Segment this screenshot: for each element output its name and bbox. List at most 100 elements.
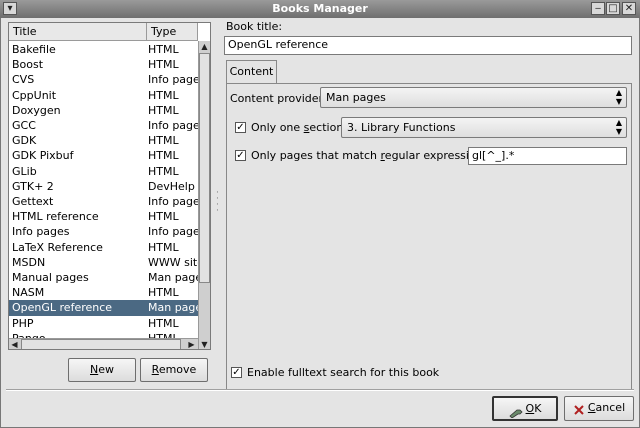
row-type: WWW site: [148, 255, 199, 269]
row-title: GDK Pixbuf: [12, 149, 74, 163]
row-title: GDK: [12, 134, 37, 148]
regex-label: Only pages that match regular expression…: [251, 149, 486, 162]
list-horizontal-scrollbar[interactable]: ◀ ▶: [9, 338, 198, 349]
row-title: Gettext: [12, 195, 54, 208]
list-row[interactable]: GCC Info pages: [9, 118, 199, 133]
list-row[interactable]: CppUnit HTML: [9, 88, 199, 103]
list-row[interactable]: Boost HTML: [9, 57, 199, 72]
content-provider-value: Man pages: [326, 91, 386, 104]
list-vertical-scrollbar[interactable]: ▲ ▼: [198, 41, 210, 349]
row-title: GLib: [12, 164, 37, 178]
regex-input[interactable]: gl[^_].*: [468, 147, 627, 165]
content-provider-combo[interactable]: Man pages ▲ ▼: [320, 87, 627, 108]
row-title: HTML reference: [12, 210, 99, 224]
ok-button[interactable]: OK: [492, 396, 558, 421]
row-type: DevHelp: [148, 179, 195, 193]
remove-button[interactable]: Remove: [140, 358, 208, 382]
column-header-type[interactable]: Type: [147, 23, 198, 41]
list-row[interactable]: GTK+ 2 DevHelp: [9, 179, 199, 194]
list-row[interactable]: LaTeX Reference HTML: [9, 240, 199, 255]
book-title-input[interactable]: OpenGL reference: [224, 36, 632, 55]
row-title: GCC: [12, 119, 36, 132]
row-type: HTML: [148, 210, 179, 224]
list-row[interactable]: OpenGL reference Man pages: [9, 300, 199, 316]
scroll-left-arrow-icon[interactable]: ◀: [9, 339, 20, 349]
new-button[interactable]: New: [68, 358, 136, 382]
row-type: HTML: [148, 43, 179, 56]
list-row[interactable]: CVS Info pages: [9, 72, 199, 87]
regex-checkbox[interactable]: ✓: [235, 150, 246, 161]
list-row[interactable]: GLib HTML: [9, 164, 199, 179]
fulltext-checkbox[interactable]: ✓: [231, 367, 242, 378]
row-title: Manual pages: [12, 271, 89, 284]
list-row[interactable]: Info pages Info pages: [9, 224, 199, 239]
list-row[interactable]: Doxygen HTML: [9, 103, 199, 118]
row-title: MSDN: [12, 255, 46, 269]
scroll-down-arrow-icon[interactable]: ▼: [199, 339, 210, 349]
row-type: HTML: [148, 316, 179, 330]
updown-arrows-icon: ▲ ▼: [615, 88, 622, 106]
row-type: Info pages: [148, 195, 199, 208]
ok-label-rest: K: [534, 402, 542, 415]
row-type: Info pages: [148, 119, 199, 132]
separator: [6, 389, 634, 391]
list-row[interactable]: NASM HTML: [9, 285, 199, 300]
list-row[interactable]: Manual pages Man pages: [9, 270, 199, 285]
window-title: Books Manager: [272, 2, 368, 15]
list-row[interactable]: Bakefile HTML: [9, 42, 199, 57]
regex-label-pre: Only pages that match: [251, 149, 381, 162]
row-title: GTK+ 2: [12, 179, 54, 193]
row-type: Man pages: [148, 271, 199, 284]
maximize-button[interactable]: □: [606, 2, 620, 15]
row-title: Bakefile: [12, 43, 56, 56]
list-row[interactable]: GDK HTML: [9, 133, 199, 148]
window-titlebar: Books Manager: [0, 0, 640, 18]
row-title: PHP: [12, 316, 34, 330]
list-row[interactable]: MSDN WWW site: [9, 255, 199, 270]
row-title: OpenGL reference: [12, 301, 113, 315]
remove-mnemonic: R: [151, 363, 159, 376]
list-row[interactable]: GDK Pixbuf HTML: [9, 148, 199, 163]
list-row[interactable]: PHP HTML: [9, 316, 199, 331]
section-combo[interactable]: 3. Library Functions ▲ ▼: [341, 117, 627, 138]
tab-content[interactable]: Content: [226, 60, 277, 84]
pane-splitter-handle[interactable]: · · · ·: [216, 189, 220, 216]
only-one-section-checkbox[interactable]: ✓: [235, 122, 246, 133]
window-menu-button[interactable]: ▾: [3, 2, 17, 15]
ok-mnemonic: O: [525, 402, 535, 415]
scroll-up-arrow-icon[interactable]: ▲: [199, 41, 210, 52]
row-type: Info pages: [148, 73, 199, 87]
only-one-section-label-pre: Only one: [251, 121, 304, 134]
row-type: HTML: [148, 58, 179, 72]
row-title: CppUnit: [12, 88, 57, 102]
fulltext-label: Enable fulltext search for this book: [247, 366, 440, 379]
row-type: HTML: [148, 134, 179, 148]
content-provider-label: Content provider:: [230, 92, 327, 105]
row-type: HTML: [148, 164, 179, 178]
only-one-section-label: Only one section:: [251, 121, 347, 134]
list-row[interactable]: HTML reference HTML: [9, 209, 199, 224]
row-type: HTML: [148, 149, 179, 163]
book-title-label: Book title:: [226, 20, 283, 33]
scroll-right-arrow-icon[interactable]: ▶: [186, 339, 197, 349]
row-title: NASM: [12, 286, 45, 300]
list-row[interactable]: Gettext Info pages: [9, 194, 199, 209]
row-type: HTML: [148, 240, 179, 254]
cancel-label-rest: ancel: [595, 401, 626, 414]
cancel-x-icon: [573, 402, 585, 415]
row-title: LaTeX Reference: [12, 240, 103, 254]
row-type: HTML: [148, 88, 179, 102]
vertical-scroll-thumb[interactable]: [199, 53, 210, 283]
new-mnemonic: N: [90, 363, 99, 376]
books-list[interactable]: Title Type Bakefile HTML Boost HTML CVS Info …: [8, 22, 211, 350]
horizontal-scroll-thumb[interactable]: [21, 339, 181, 349]
section-value: 3. Library Functions: [347, 121, 456, 134]
row-title: CVS: [12, 73, 35, 87]
column-header-title[interactable]: Title: [9, 23, 147, 41]
row-title: Boost: [12, 58, 44, 72]
cancel-button[interactable]: Cancel: [564, 396, 634, 421]
minimize-button[interactable]: ‒: [591, 2, 605, 15]
remove-label-rest: emove: [158, 363, 197, 376]
close-button[interactable]: ✕: [622, 2, 636, 15]
row-type: HTML: [148, 286, 179, 300]
